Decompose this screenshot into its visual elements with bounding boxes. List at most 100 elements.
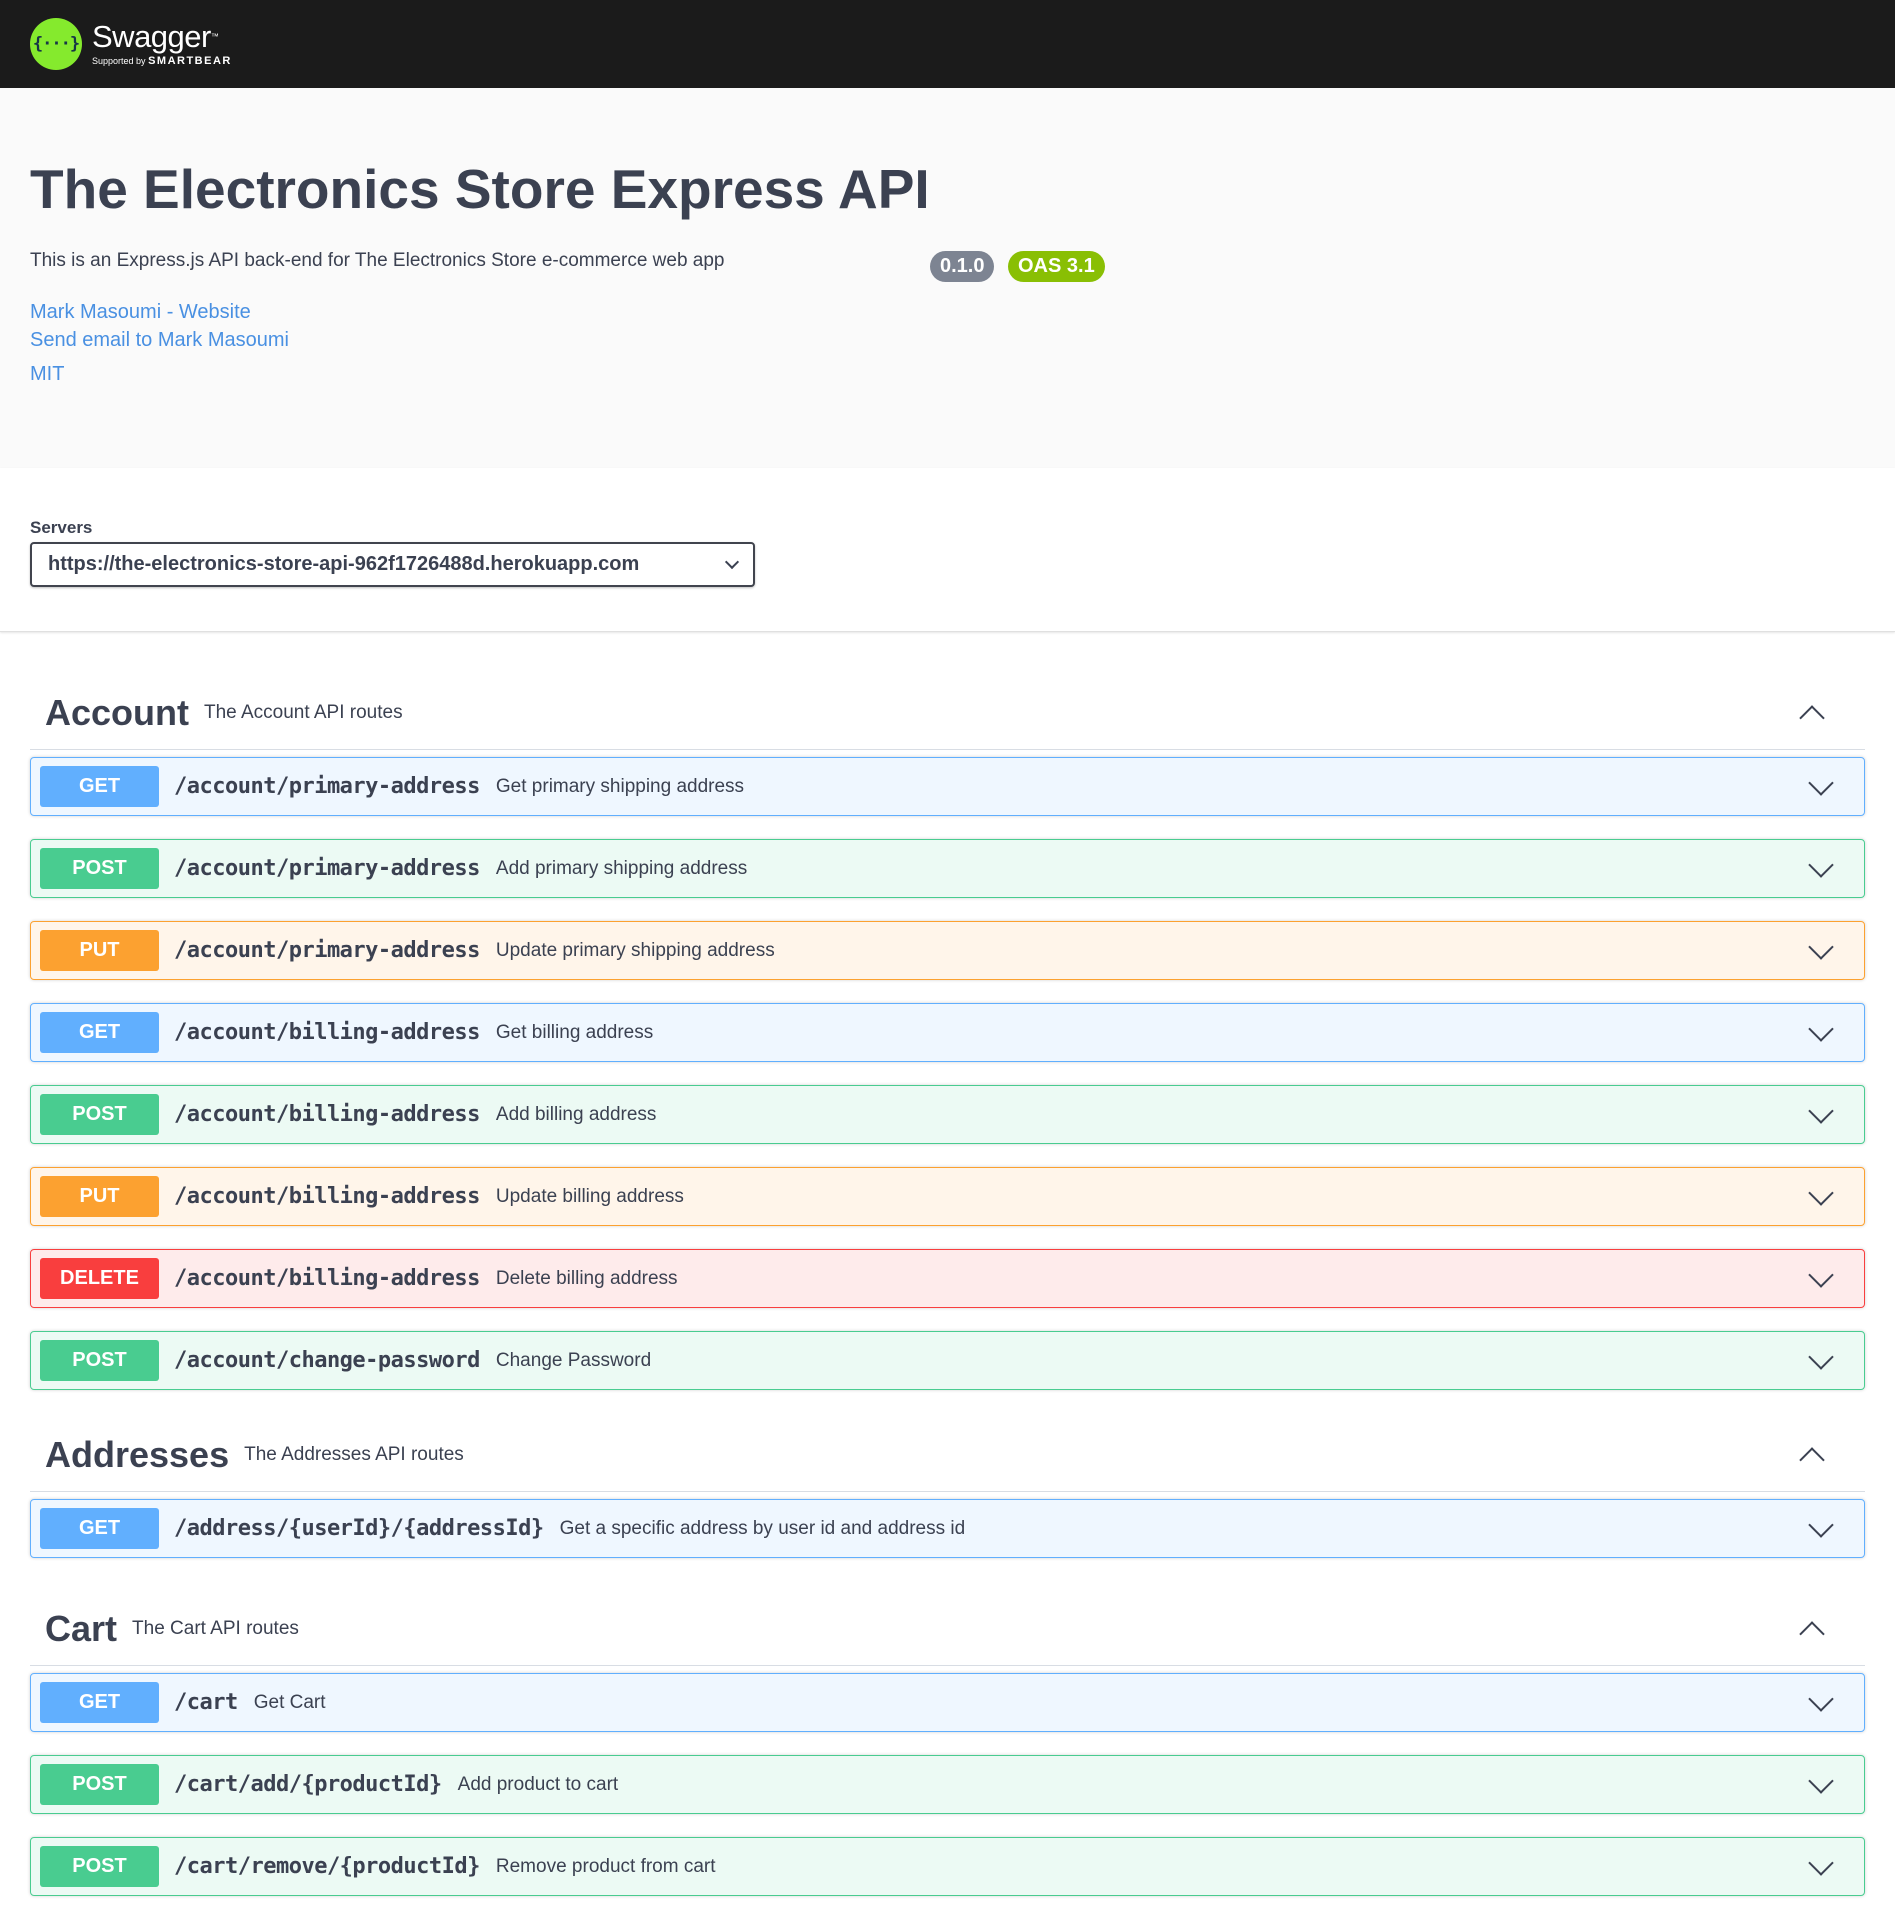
operation-row[interactable]: DELETE/account/billing-address Delete bil… [30,1249,1865,1308]
method-badge: POST [40,848,159,889]
chevron-up-icon[interactable] [1799,1446,1825,1473]
tag-name: Account [45,691,189,733]
page-title: The Electronics Store Express API [30,158,930,220]
server-select[interactable]: https://the-electronics-store-api-962f17… [30,542,755,587]
operation-summary: Update primary shipping address [495,939,775,961]
logo-brand: SMARTBEAR [148,55,232,67]
info-links: Mark Masoumi - Website Send email to Mar… [30,298,1865,388]
method-badge: PUT [40,1176,159,1217]
tag-description: The Cart API routes [132,1617,299,1639]
servers-label: Servers [30,518,93,537]
info-section: The Electronics Store Express API 0.1.0 … [0,88,1895,468]
tag-header[interactable]: Account The Account API routes [30,676,1865,750]
operation-path: /account/primary-address [174,938,480,963]
operation-summary: Update billing address [495,1185,684,1207]
operation-row[interactable]: POST/cart/remove/{productId} Remove produ… [30,1837,1865,1896]
tag-header[interactable]: Cart The Cart API routes [30,1592,1865,1666]
chevron-down-icon[interactable] [1808,1179,1834,1206]
method-badge: GET [40,1508,159,1549]
tags-container: Account The Account API routes GET/account… [0,676,1895,1896]
servers-section: Servers https://the-electronics-store-ap… [0,468,1895,632]
method-badge: POST [40,1764,159,1805]
tag-section-account: Account The Account API routes GET/account… [30,676,1865,1390]
license-link[interactable]: MIT [30,360,1865,388]
server-select-value: https://the-electronics-store-api-962f17… [48,553,640,575]
chevron-down-icon[interactable] [1808,851,1834,878]
tag-header[interactable]: Addresses The Addresses API routes [30,1418,1865,1492]
operation-path: /cart/remove/{productId} [174,1854,480,1879]
method-badge: GET [40,1012,159,1053]
operations-list: GET/account/primary-address Get primary s… [30,757,1865,1390]
operation-row[interactable]: POST/account/billing-address Add billing … [30,1085,1865,1144]
swagger-logo-icon: {···} [30,18,82,70]
operation-row[interactable]: POST/account/primary-address Add primary … [30,839,1865,898]
operation-row[interactable]: POST/account/change-password Change Passw… [30,1331,1865,1390]
operation-row[interactable]: PUT/account/billing-address Update billin… [30,1167,1865,1226]
chevron-down-icon[interactable] [1808,1767,1834,1794]
tag-description: The Account API routes [204,701,403,723]
operation-row[interactable]: GET/account/primary-address Get primary s… [30,757,1865,816]
method-badge: DELETE [40,1258,159,1299]
operation-summary: Add billing address [495,1103,657,1125]
method-badge: PUT [40,930,159,971]
operation-summary: Add product to cart [457,1773,619,1795]
chevron-up-icon[interactable] [1799,1620,1825,1647]
logo-tm: ™ [210,32,219,41]
operation-summary: Change Password [495,1349,652,1371]
operation-row[interactable]: GET/account/billing-address Get billing a… [30,1003,1865,1062]
chevron-down-icon[interactable] [1808,1343,1834,1370]
logo-sub: Supported by SMARTBEAR [92,55,232,67]
tag-name: Cart [45,1607,118,1649]
logo-word: Swagger™ [92,21,232,53]
operation-path: /account/billing-address [174,1266,480,1291]
operations-list: GET/cart Get Cart POST/cart/add/{productId… [30,1673,1865,1896]
operation-summary: Get Cart [253,1691,326,1713]
method-badge: POST [40,1094,159,1135]
operation-path: /account/primary-address [174,774,480,799]
version-badge: 0.1.0 [930,251,995,282]
oas-badge: OAS 3.1 [1008,251,1105,282]
operation-path: /account/billing-address [174,1020,480,1045]
operation-path: /address/{userId}/{addressId} [174,1516,544,1541]
operation-summary: Add primary shipping address [495,857,748,879]
swagger-logo[interactable]: {···} Swagger™ Supported by SMARTBEAR [30,18,232,70]
tag-section-addresses: Addresses The Addresses API routes GET/add… [30,1418,1865,1558]
operation-row[interactable]: PUT/account/primary-address Update primar… [30,921,1865,980]
tag-description: The Addresses API routes [244,1443,464,1465]
title-row: The Electronics Store Express API 0.1.0 … [30,158,1865,282]
chevron-down-icon[interactable] [1808,1097,1834,1124]
tag-section-cart: Cart The Cart API routes GET/cart Get Cart P… [30,1592,1865,1896]
method-badge: GET [40,766,159,807]
chevron-down-icon[interactable] [1808,1261,1834,1288]
operation-summary: Delete billing address [495,1267,678,1289]
chevron-down-icon[interactable] [1808,933,1834,960]
chevron-down-icon [724,554,740,569]
operation-summary: Get primary shipping address [495,775,745,797]
chevron-down-icon[interactable] [1808,769,1834,796]
method-badge: POST [40,1340,159,1381]
contact-website-link[interactable]: Mark Masoumi - Website [30,298,1865,326]
chevron-down-icon[interactable] [1808,1849,1834,1876]
contact-email-link[interactable]: Send email to Mark Masoumi [30,326,1865,354]
logo-word-text: Swagger [92,19,211,54]
operations-list: GET/address/{userId}/{addressId} Get a sp… [30,1499,1865,1558]
operation-summary: Get billing address [495,1021,654,1043]
operation-row[interactable]: GET/cart Get Cart [30,1673,1865,1732]
method-badge: GET [40,1682,159,1723]
chevron-up-icon[interactable] [1799,704,1825,731]
operation-summary: Get a specific address by user id and ad… [559,1517,966,1539]
logo-supported: Supported by [92,56,146,66]
chevron-down-icon[interactable] [1808,1015,1834,1042]
chevron-down-icon[interactable] [1808,1511,1834,1538]
logo-text: Swagger™ Supported by SMARTBEAR [92,21,232,68]
operation-path: /account/change-password [174,1348,480,1373]
tag-name: Addresses [45,1433,230,1475]
chevron-down-icon[interactable] [1808,1685,1834,1712]
operation-row[interactable]: POST/cart/add/{productId} Add product to … [30,1755,1865,1814]
operation-path: /cart/add/{productId} [174,1772,442,1797]
operation-path: /account/billing-address [174,1102,480,1127]
operation-row[interactable]: GET/address/{userId}/{addressId} Get a sp… [30,1499,1865,1558]
operation-summary: Remove product from cart [495,1855,716,1877]
operation-path: /cart [174,1690,238,1715]
topbar: {···} Swagger™ Supported by SMARTBEAR [0,0,1895,88]
